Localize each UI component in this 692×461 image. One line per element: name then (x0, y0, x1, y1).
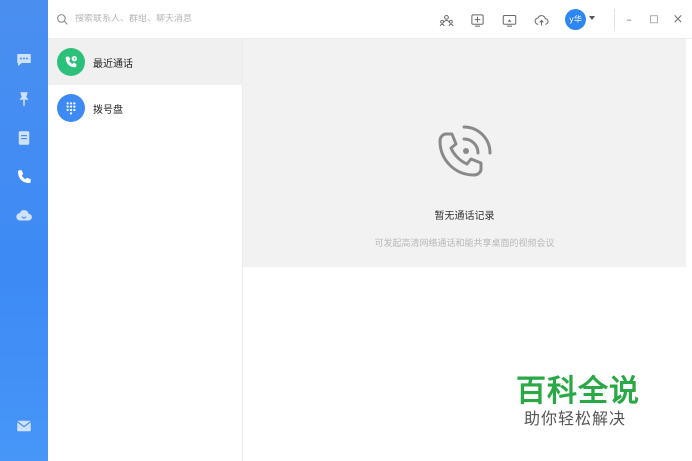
search-icon (57, 13, 68, 25)
list-item-dialpad[interactable]: 拨号盘 (48, 85, 242, 131)
call-nav-list: 最近通话 拨号盘 (48, 39, 243, 461)
rail-notebook[interactable] (12, 126, 36, 150)
minimize-button[interactable]: – (620, 10, 638, 28)
dialpad-badge (57, 94, 85, 122)
rail-chat[interactable] (12, 48, 36, 72)
rail-phone[interactable] (12, 165, 36, 189)
cloud-upload-icon (534, 14, 548, 25)
list-item-label: 最近通话 (93, 58, 133, 70)
add-icon (470, 13, 484, 27)
close-button[interactable]: × (669, 10, 687, 28)
notebook-icon (18, 131, 30, 145)
contacts-icon (439, 14, 453, 26)
add-button[interactable] (468, 11, 486, 29)
screen-share-icon (502, 14, 516, 27)
watermark-subtitle: 助你轻松解决 (524, 409, 627, 428)
empty-state-title: 暂无通话记录 (434, 211, 495, 222)
search-box[interactable] (56, 9, 316, 29)
empty-state-subtitle: 可发起高清网络通话和能共享桌面的视频会议 (374, 239, 555, 249)
dialpad-icon (66, 102, 76, 115)
rail-cloud[interactable] (12, 204, 36, 228)
cloud-upload-button[interactable] (532, 11, 550, 29)
pin-icon (19, 92, 29, 106)
recent-call-badge (57, 48, 85, 76)
phone-icon (18, 170, 31, 183)
watermark-title: 百科全说 (516, 374, 640, 409)
toolbar-divider (614, 9, 615, 30)
main-panel: 暂无通话记录 可发起高清网络通话和能共享桌面的视频会议 (243, 39, 686, 267)
top-bar: y华 – □ × (48, 0, 692, 39)
left-rail (0, 0, 48, 461)
chevron-down-icon[interactable] (589, 16, 595, 20)
mail-icon (16, 420, 32, 432)
call-ringing-icon (438, 125, 492, 177)
search-input[interactable] (75, 14, 295, 24)
maximize-button[interactable]: □ (645, 10, 663, 28)
contacts-button[interactable] (437, 11, 455, 29)
user-avatar[interactable]: y华 (565, 9, 586, 30)
list-item-recent-calls[interactable]: 最近通话 (48, 39, 242, 85)
chat-icon (17, 54, 31, 66)
rail-pin[interactable] (12, 87, 36, 111)
screen-share-button[interactable] (500, 11, 518, 29)
list-item-label: 拨号盘 (93, 104, 123, 116)
rail-mail[interactable] (12, 414, 36, 438)
recent-call-icon (65, 56, 77, 68)
cloud-icon (16, 210, 32, 221)
